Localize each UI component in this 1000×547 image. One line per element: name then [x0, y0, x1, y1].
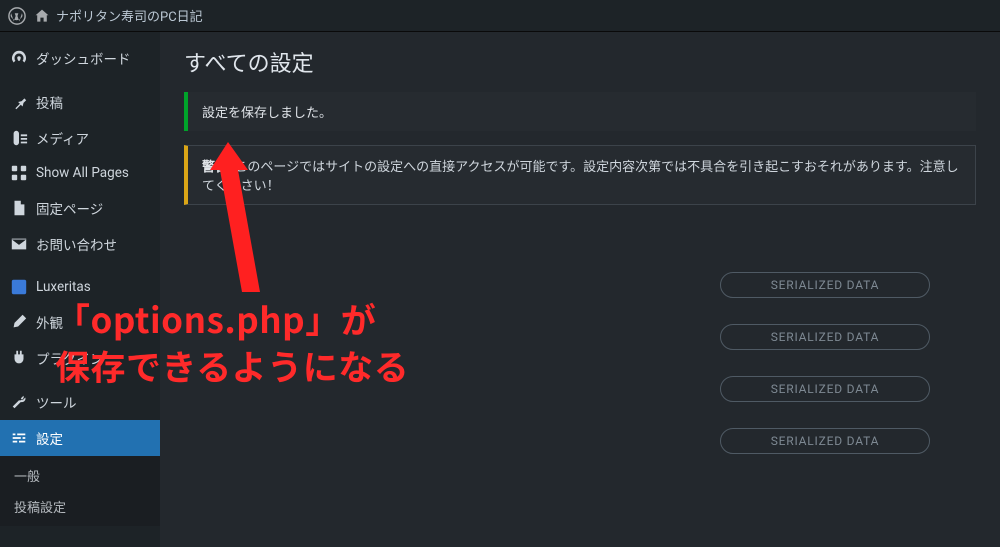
brush-icon [10, 313, 28, 331]
sidebar-item-label: Show All Pages [36, 165, 129, 181]
serialized-data-pill[interactable]: SERIALIZED DATA [720, 324, 930, 350]
page-title: すべての設定 [184, 46, 976, 78]
sidebar-item-label: 固定ページ [36, 198, 103, 218]
sidebar-item-contact[interactable]: お問い合わせ [0, 226, 160, 262]
sidebar-item-label: 外観 [36, 312, 63, 332]
admin-sidebar: ダッシュボード 投稿 メディア Show All Pages 固定ページ お問い… [0, 32, 160, 547]
sidebar-item-label: Luxeritas [36, 279, 91, 295]
sidebar-item-posts[interactable]: 投稿 [0, 84, 160, 120]
sliders-icon [10, 429, 28, 447]
admin-toolbar: ナポリタン寿司のPC日記 [0, 0, 1000, 32]
page-icon [10, 199, 28, 217]
sidebar-item-luxeritas[interactable]: Luxeritas [0, 270, 160, 304]
serialized-data-pill[interactable]: SERIALIZED DATA [720, 272, 930, 298]
sidebar-item-show-all-pages[interactable]: Show All Pages [0, 156, 160, 190]
warning-notice: 警告: このページではサイトの設定への直接アクセスが可能です。設定内容次第では不… [184, 145, 976, 205]
sidebar-item-media[interactable]: メディア [0, 120, 160, 156]
serialized-data-pill[interactable]: SERIALIZED DATA [720, 428, 930, 454]
sidebar-item-appearance[interactable]: 外観 [0, 304, 160, 340]
sidebar-item-dashboard[interactable]: ダッシュボード [0, 40, 160, 76]
sidebar-item-settings[interactable]: 設定 [0, 420, 160, 456]
serialized-data-pill[interactable]: SERIALIZED DATA [720, 376, 930, 402]
submenu-item-general[interactable]: 一般 [0, 460, 160, 491]
sidebar-item-label: ダッシュボード [36, 48, 131, 68]
sidebar-item-plugins[interactable]: プラグイン [0, 340, 160, 376]
media-icon [10, 129, 28, 147]
sidebar-item-pages[interactable]: 固定ページ [0, 190, 160, 226]
pin-icon [10, 93, 28, 111]
dashboard-icon [10, 49, 28, 67]
luxeritas-icon [10, 278, 28, 296]
sidebar-item-label: ツール [36, 392, 77, 412]
warning-prefix: 警告 [202, 160, 228, 175]
submenu-item-writing[interactable]: 投稿設定 [0, 491, 160, 522]
warning-body: : このページではサイトの設定への直接アクセスが可能です。設定内容次第では不具合… [202, 160, 959, 194]
success-notice-text: 設定を保存しました。 [202, 106, 332, 121]
mail-icon [10, 235, 28, 253]
pages-grid-icon [10, 164, 28, 182]
sidebar-item-label: メディア [36, 128, 89, 148]
success-notice: 設定を保存しました。 [184, 92, 976, 131]
serialized-data-column: SERIALIZED DATA SERIALIZED DATA SERIALIZ… [720, 272, 930, 454]
site-home-link[interactable]: ナポリタン寿司のPC日記 [34, 6, 203, 25]
sidebar-item-label: 投稿 [36, 92, 63, 112]
wordpress-logo-icon[interactable] [8, 7, 26, 25]
settings-submenu: 一般 投稿設定 [0, 456, 160, 526]
sidebar-item-tools[interactable]: ツール [0, 384, 160, 420]
sidebar-item-label: 設定 [36, 428, 63, 448]
plugin-icon [10, 349, 28, 367]
home-icon [34, 8, 50, 24]
sidebar-item-label: お問い合わせ [36, 234, 117, 254]
main-content: すべての設定 設定を保存しました。 警告: このページではサイトの設定への直接ア… [160, 32, 1000, 547]
site-title: ナポリタン寿司のPC日記 [56, 6, 203, 25]
wrench-icon [10, 393, 28, 411]
sidebar-item-label: プラグイン [36, 348, 104, 368]
